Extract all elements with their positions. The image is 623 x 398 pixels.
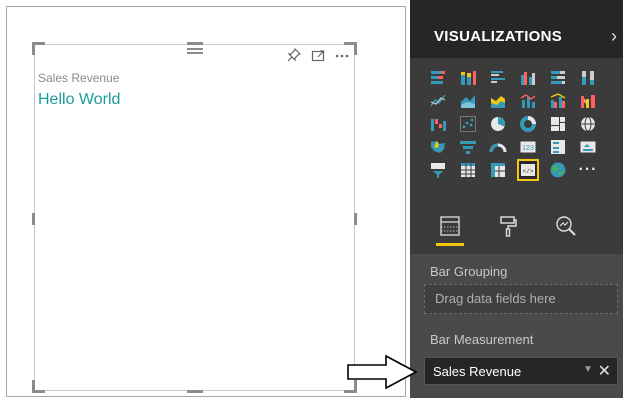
multi-row-card-icon[interactable] [547, 136, 569, 158]
pie-chart-icon[interactable] [487, 113, 509, 135]
callout-arrow-icon [347, 354, 418, 390]
field-wells: Bar Grouping Drag data fields here Bar M… [410, 254, 623, 398]
svg-text:123: 123 [522, 145, 534, 152]
close-icon[interactable]: ✕ [598, 361, 611, 381]
paint-roller-icon [496, 214, 520, 243]
visual-container[interactable]: Sales Revenue Hello World [32, 42, 357, 393]
bar-measurement-label: Bar Measurement [430, 332, 534, 347]
filled-map-icon[interactable] [427, 136, 449, 158]
field-chip-label: Sales Revenue [433, 364, 522, 379]
more-options-icon[interactable] [334, 47, 350, 63]
line-chart-icon[interactable] [427, 90, 449, 112]
visualizations-pane: VISUALIZATIONS › 123 </> ··· Bar Groupin… [410, 0, 623, 398]
report-canvas: Sales Revenue Hello World [0, 0, 410, 398]
map-globe-icon[interactable] [577, 113, 599, 135]
more-visuals-icon[interactable]: ··· [577, 159, 599, 181]
bar-measurement-field-chip[interactable]: Sales Revenue ▼ ✕ [424, 357, 618, 385]
resize-handle-left[interactable] [32, 213, 35, 225]
visual-content-text: Hello World [38, 91, 121, 108]
line-and-clustered-column-icon[interactable] [547, 90, 569, 112]
stacked-column-chart-icon[interactable] [457, 67, 479, 89]
bar-grouping-label: Bar Grouping [430, 264, 508, 279]
bar-grouping-drop-zone[interactable]: Drag data fields here [424, 284, 618, 314]
chevron-right-icon[interactable]: › [611, 26, 617, 47]
tab-analytics[interactable] [546, 210, 586, 246]
pin-icon[interactable] [286, 47, 302, 63]
fields-icon [438, 214, 462, 243]
100-percent-column-chart-icon[interactable] [577, 67, 599, 89]
custom-visual-icon[interactable]: </> [517, 159, 539, 181]
arcgis-globe-icon[interactable] [547, 159, 569, 181]
clustered-bar-chart-icon[interactable] [487, 67, 509, 89]
treemap-icon[interactable] [547, 113, 569, 135]
resize-corner-bottom-left[interactable] [32, 380, 45, 393]
funnel-chart-icon[interactable] [457, 136, 479, 158]
resize-handle-top[interactable] [187, 42, 203, 45]
kpi-icon[interactable] [577, 136, 599, 158]
area-chart-icon[interactable] [457, 90, 479, 112]
tab-format[interactable] [488, 210, 528, 246]
visual-title: Sales Revenue [38, 71, 120, 85]
scatter-chart-icon[interactable] [457, 113, 479, 135]
stacked-area-chart-icon[interactable] [487, 90, 509, 112]
pane-tabs [430, 210, 586, 248]
pane-header: VISUALIZATIONS › [410, 0, 623, 58]
clustered-column-chart-icon[interactable] [517, 67, 539, 89]
100-percent-bar-chart-icon[interactable] [547, 67, 569, 89]
gauge-icon[interactable] [487, 136, 509, 158]
table-icon[interactable] [457, 159, 479, 181]
svg-text:</>: </> [523, 168, 534, 175]
card-icon[interactable]: 123 [517, 136, 539, 158]
pane-title: VISUALIZATIONS [434, 28, 563, 45]
donut-chart-icon[interactable] [517, 113, 539, 135]
tab-fields[interactable] [430, 210, 470, 246]
visual-gallery: 123 </> ··· [427, 67, 623, 202]
focus-mode-icon[interactable] [310, 47, 326, 63]
drag-grip-icon[interactable] [187, 48, 203, 58]
chevron-down-icon[interactable]: ▼ [583, 364, 593, 375]
resize-corner-top-left[interactable] [32, 42, 45, 55]
slicer-icon[interactable] [427, 159, 449, 181]
line-and-stacked-column-icon[interactable] [517, 90, 539, 112]
matrix-icon[interactable] [487, 159, 509, 181]
analytics-magnifier-icon [554, 214, 578, 243]
visual-header-tools [286, 47, 350, 63]
stacked-bar-chart-icon[interactable] [427, 67, 449, 89]
resize-handle-bottom[interactable] [187, 390, 203, 393]
waterfall-chart-icon[interactable] [427, 113, 449, 135]
resize-handle-right[interactable] [354, 213, 357, 225]
ribbon-chart-icon[interactable] [577, 90, 599, 112]
